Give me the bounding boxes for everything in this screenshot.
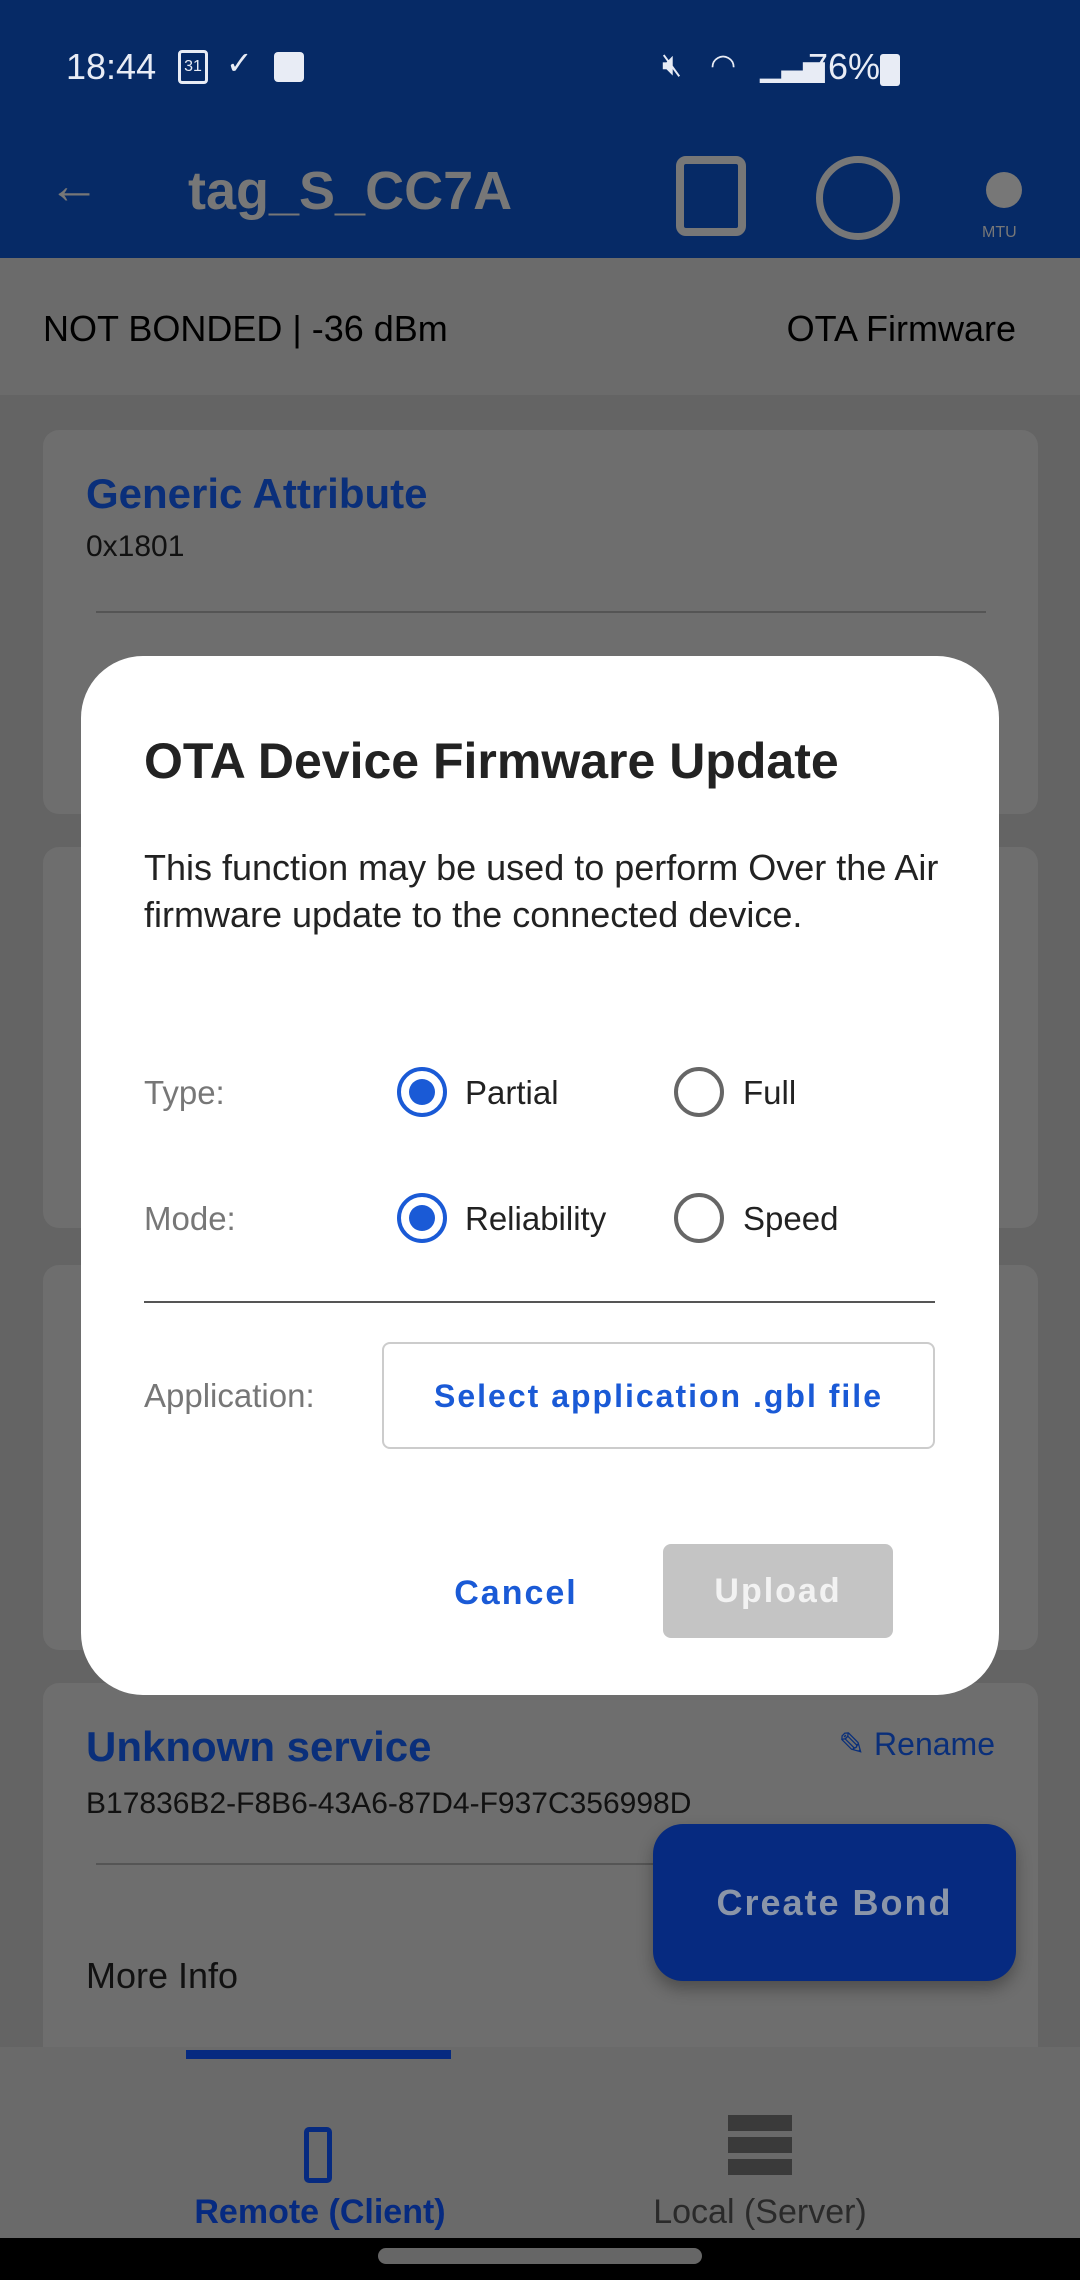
radio-reliability[interactable] [397,1193,447,1243]
mute-icon: 🔇︎ [662,46,683,82]
option-label: Full [743,1074,797,1111]
back-arrow-icon[interactable]: ← [48,156,100,216]
divider [144,1301,935,1303]
more-info[interactable]: More Info [86,1955,238,1997]
cancel-button[interactable]: Cancel [411,1574,621,1613]
rename-button[interactable]: ✎ Rename [838,1725,995,1763]
clock: 18:44 [66,46,157,87]
active-tab-indicator [186,2050,451,2059]
check-circle-icon: ✓ [226,45,253,81]
tab-local-server[interactable]: Local (Server) [540,2077,980,2231]
wifi-icon: ◠ [710,49,737,82]
server-icon [728,2115,792,2175]
phone-wifi-icon [304,2127,332,2183]
tab-label: Local (Server) [653,2193,867,2231]
info-bar: NOT BONDED | -36 dBm OTA Firmware [0,258,1080,395]
mtu-icon[interactable]: MTU [962,150,1046,241]
service-uuid: B17836B2-F8B6-43A6-87D4-F937C356998D [86,1787,692,1820]
ota-firmware-link[interactable]: OTA Firmware [787,308,1016,350]
battery-text: 76% [808,46,881,87]
mtu-label: MTU [982,224,1017,241]
application-label: Application: [144,1377,315,1414]
status-bar: 18:44 31 ✓ 🔇︎ ◠ ▁▃▅ 76% [0,0,1080,130]
dialog-title: OTA Device Firmware Update [144,733,839,789]
service-uuid: 0x1801 [86,530,185,563]
tab-remote-client[interactable]: Remote (Client) [100,2077,540,2231]
upload-button[interactable]: Upload [663,1544,893,1638]
tab-label: Remote (Client) [194,2193,446,2231]
bottom-nav: Remote (Client) Local (Server) [0,2047,1080,2238]
ota-dialog: OTA Device Firmware Update This function… [81,656,999,1695]
home-gesture-handle[interactable] [378,2248,702,2264]
radio-speed[interactable] [674,1193,724,1243]
radio-full[interactable] [674,1067,724,1117]
bond-status: NOT BONDED | -36 dBm [43,308,448,349]
radio-partial[interactable] [397,1067,447,1117]
mode-label: Mode: [144,1200,236,1237]
system-nav-bar [0,2238,1080,2280]
option-label: Reliability [465,1200,607,1237]
service-name: Generic Attribute [86,470,428,517]
app-bar: ← tag_S_CC7A MTU [0,130,1080,258]
option-label: Speed [743,1200,839,1237]
dialog-body: This function may be used to perform Ove… [144,847,939,935]
service-name: Unknown service [86,1723,432,1770]
log-clipboard-icon[interactable] [676,156,746,236]
select-file-button[interactable]: Select application .gbl file [382,1342,935,1449]
rename-label: Rename [874,1726,995,1762]
image-icon [274,52,304,82]
calendar-icon: 31 [178,50,208,84]
create-bond-button[interactable]: Create Bond [653,1824,1016,1981]
device-title: tag_S_CC7A [188,161,513,221]
option-label: Partial [465,1074,559,1111]
divider [96,611,986,613]
connection-icon[interactable] [816,156,900,240]
type-label: Type: [144,1074,225,1111]
mtu-dot [986,172,1022,208]
battery-icon [880,54,900,86]
